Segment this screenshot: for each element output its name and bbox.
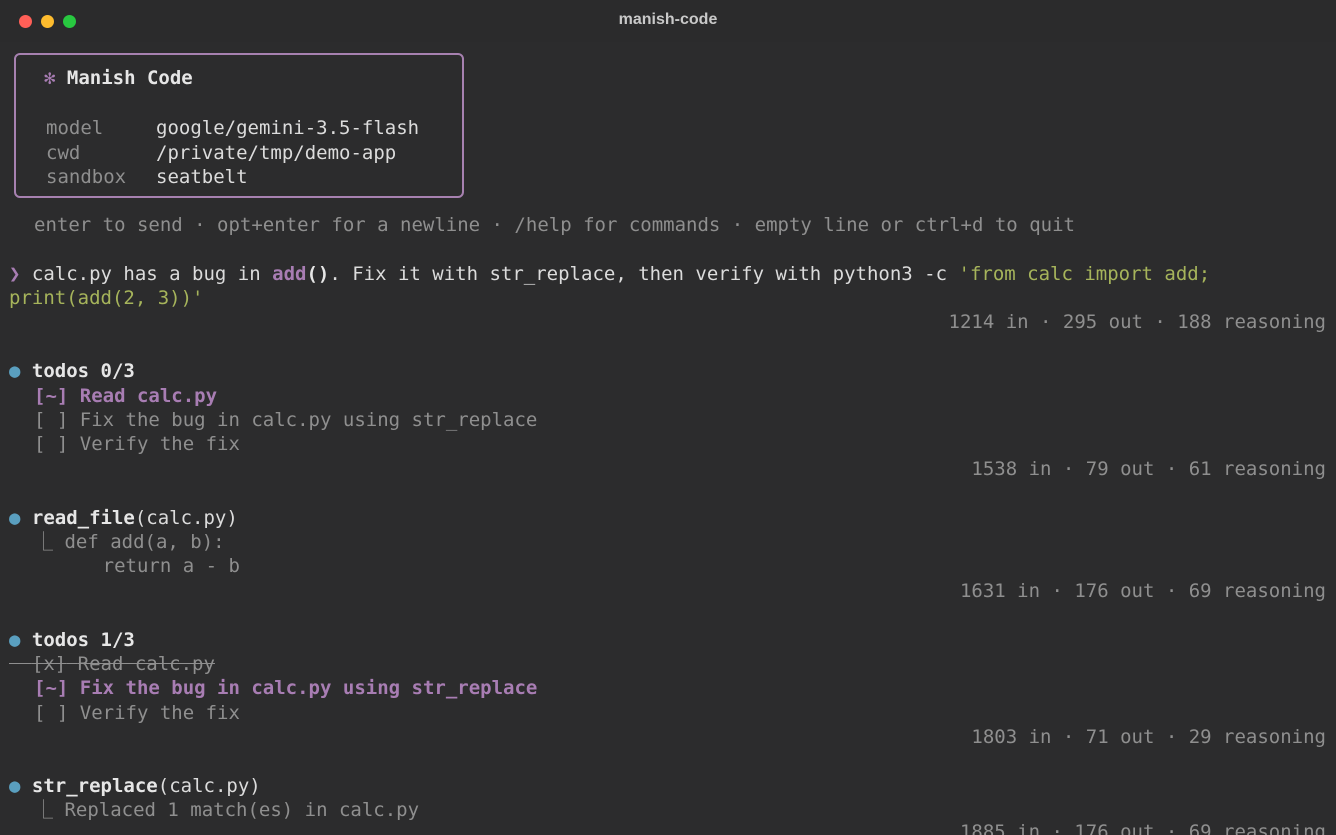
tool-call-str-replace: ● str_replace(calc.py)	[9, 774, 261, 798]
todo-item-pending: [ ] Fix the bug in calc.py using str_rep…	[34, 408, 537, 432]
todo-text: Verify the fix	[79, 702, 240, 724]
todo-mark: [ ]	[34, 433, 69, 455]
todo-text: Read calc.py	[77, 653, 215, 675]
banner-value-sandbox: seatbelt	[156, 166, 248, 188]
token-usage: 1214 in · 295 out · 188 reasoning	[948, 311, 1327, 333]
tool-call-read-file: ● read_file(calc.py)	[9, 506, 238, 530]
todo-mark: [ ]	[34, 409, 69, 431]
todo-mark: [x]	[31, 653, 67, 675]
todo-mark: [~]	[34, 677, 69, 699]
hint-line: enter to send · opt+enter for a newline …	[34, 214, 1075, 236]
todo-text: Read calc.py	[79, 385, 218, 407]
prompt-code-string: 'from calc import add;	[958, 263, 1211, 285]
todos-title: todos 1/3	[31, 629, 135, 651]
banner-value-model: google/gemini-3.5-flash	[156, 117, 420, 139]
todo-mark: [~]	[34, 385, 69, 407]
prompt-caret-icon: ❯	[9, 263, 21, 285]
star-icon: ✻	[44, 67, 56, 89]
tool-output-line: ⎿ def add(a, b):	[34, 531, 225, 553]
todo-item-pending: [ ] Verify the fix	[34, 432, 240, 456]
bullet-icon: ●	[9, 775, 21, 797]
prompt-text: calc.py has a bug in	[31, 263, 273, 285]
token-usage: 1631 in · 176 out · 69 reasoning	[959, 580, 1326, 602]
todos-title: todos 0/3	[31, 360, 135, 382]
todos-header: ● todos 0/3	[9, 359, 135, 383]
prompt-parens: ()	[306, 263, 330, 285]
window-title: manish-code	[618, 11, 718, 28]
todo-text: Fix the bug in calc.py using str_replace	[79, 409, 538, 431]
title-bar: manish-code	[0, 0, 1336, 42]
terminal-output[interactable]: ✻ Manish Code model google/gemini-3.5-fl…	[0, 42, 1336, 835]
todo-item-active: [~] Fix the bug in calc.py using str_rep…	[34, 676, 537, 700]
token-usage: 1538 in · 79 out · 61 reasoning	[971, 458, 1326, 480]
user-prompt-line-2: print(add(2, 3))'	[9, 287, 204, 309]
welcome-banner: ✻ Manish Code model google/gemini-3.5-fl…	[14, 53, 464, 198]
token-usage: 1885 in · 176 out · 69 reasoning	[959, 821, 1326, 835]
terminal-window: manish-code ✻ Manish Code model google/g…	[0, 0, 1336, 835]
banner-key-model: model	[46, 117, 104, 139]
prompt-text-after: . Fix it with str_replace, then verify w…	[329, 263, 959, 285]
tool-argument: (calc.py)	[134, 507, 238, 529]
bullet-icon: ●	[9, 507, 21, 529]
prompt-function-name: add	[272, 263, 307, 285]
tool-output-line: return a - b	[34, 555, 240, 577]
banner-key-sandbox: sandbox	[46, 166, 127, 188]
todos-header: ● todos 1/3	[9, 628, 135, 652]
app-name: Manish Code	[66, 67, 193, 89]
tool-output-line: ⎿ Replaced 1 match(es) in calc.py	[34, 799, 420, 821]
tool-name: str_replace	[31, 775, 158, 797]
banner-header: ✻ Manish Code	[44, 66, 193, 90]
tool-name: read_file	[31, 507, 135, 529]
bullet-icon: ●	[9, 360, 21, 382]
todo-item-active: [~] Read calc.py	[34, 384, 217, 408]
banner-key-cwd: cwd	[46, 142, 81, 164]
tool-argument: (calc.py)	[157, 775, 261, 797]
todo-mark: [ ]	[34, 702, 69, 724]
todo-text: Verify the fix	[79, 433, 240, 455]
token-usage: 1803 in · 71 out · 29 reasoning	[971, 726, 1326, 748]
user-prompt-line-1: ❯ calc.py has a bug in add(). Fix it wit…	[9, 262, 1210, 286]
banner-value-cwd: /private/tmp/demo-app	[156, 142, 397, 164]
todo-item-pending: [ ] Verify the fix	[34, 701, 240, 725]
todo-text: Fix the bug in calc.py using str_replace	[79, 677, 538, 699]
bullet-icon: ●	[9, 629, 21, 651]
todo-item-done: [x] Read calc.py	[9, 652, 215, 676]
